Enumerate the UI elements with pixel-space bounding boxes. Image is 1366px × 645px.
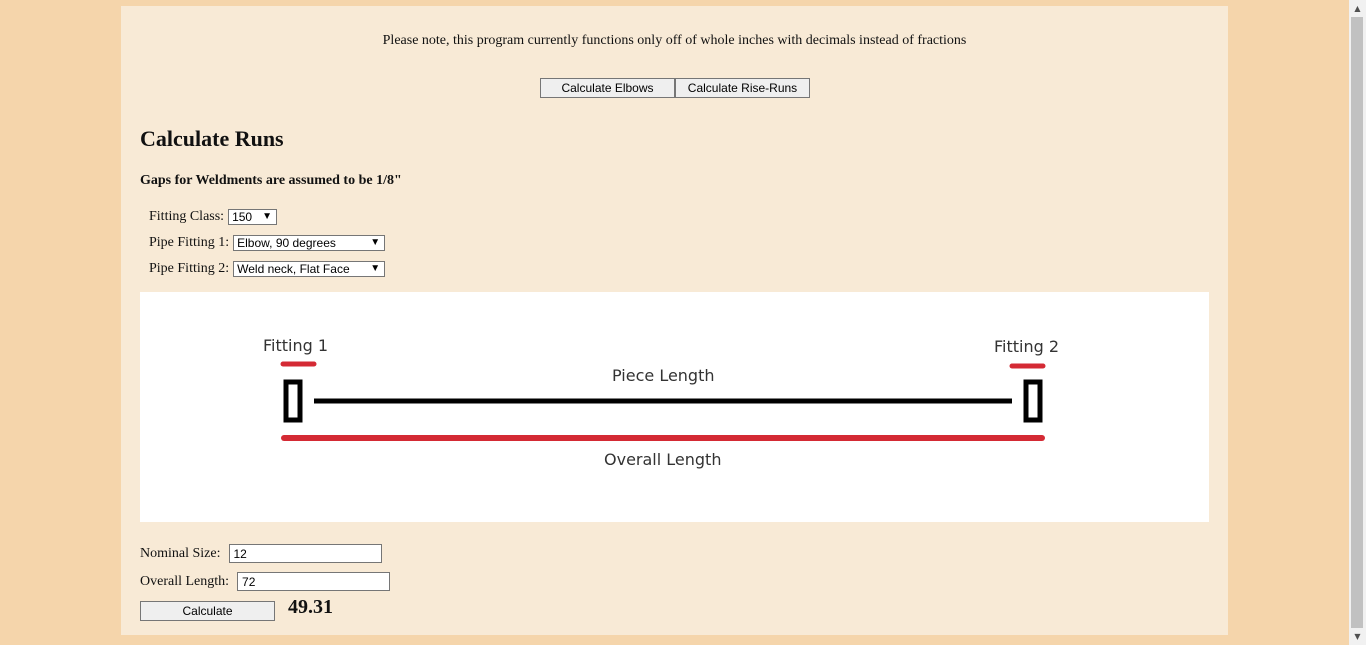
main-panel: Please note, this program currently func… — [121, 6, 1228, 635]
chevron-down-icon: ▼ — [370, 263, 381, 274]
piece-length-label: Piece Length — [612, 366, 715, 385]
run-diagram: Fitting 1 Fitting 2 Piece Length Overall… — [140, 292, 1209, 522]
pipe-fitting-2-label: Pipe Fitting 2: — [149, 261, 230, 276]
nominal-size-row: Nominal Size: — [140, 544, 382, 563]
fitting-1-label: Fitting 1 — [263, 336, 328, 355]
pipe-fitting-1-select[interactable]: Elbow, 90 degrees ▼ — [233, 235, 386, 251]
fitting-class-row: Fitting Class: 150 ▼ — [149, 209, 278, 225]
chevron-down-icon: ▼ — [262, 211, 273, 222]
vertical-scrollbar[interactable]: ▲ ▼ — [1349, 0, 1366, 645]
nominal-size-label: Nominal Size: — [140, 545, 221, 561]
overall-length-field-label: Overall Length: — [140, 573, 230, 589]
pipe-fitting-1-label: Pipe Fitting 1: — [149, 235, 230, 250]
overall-length-label: Overall Length — [604, 450, 721, 469]
fitting-class-value: 150 — [232, 210, 253, 224]
pipe-fitting-2-row: Pipe Fitting 2: Weld neck, Flat Face ▼ — [149, 261, 386, 277]
calculate-rise-runs-button[interactable]: Calculate Rise-Runs — [675, 78, 810, 98]
scroll-up-arrow-icon[interactable]: ▲ — [1349, 0, 1366, 17]
calculate-elbows-button[interactable]: Calculate Elbows — [540, 78, 675, 98]
run-diagram-svg: Fitting 1 Fitting 2 Piece Length Overall… — [263, 336, 1059, 469]
fitting-class-label: Fitting Class: — [149, 209, 225, 224]
pipe-fitting-1-value: Elbow, 90 degrees — [237, 236, 336, 250]
scrollbar-thumb[interactable] — [1351, 17, 1363, 628]
nominal-size-input[interactable] — [228, 544, 382, 563]
overall-length-input[interactable] — [237, 572, 391, 591]
notice-text: Please note, this program currently func… — [382, 33, 967, 48]
overall-length-row: Overall Length: — [140, 572, 391, 591]
pipe-fitting-2-value: Weld neck, Flat Face — [237, 262, 350, 276]
nav-buttons: Calculate Elbows Calculate Rise-Runs — [540, 78, 810, 98]
chevron-down-icon: ▼ — [370, 237, 381, 248]
result-value: 49.31 — [288, 596, 333, 618]
fitting-1-shape — [283, 379, 303, 423]
fitting-2-shape — [1023, 379, 1043, 423]
fitting-class-select[interactable]: 150 ▼ — [228, 209, 278, 225]
page-title: Calculate Runs — [140, 126, 284, 151]
gap-note: Gaps for Weldments are assumed to be 1/8… — [140, 173, 402, 188]
fitting-2-label: Fitting 2 — [994, 337, 1059, 356]
pipe-fitting-2-select[interactable]: Weld neck, Flat Face ▼ — [233, 261, 386, 277]
scroll-down-arrow-icon[interactable]: ▼ — [1349, 628, 1366, 645]
calculate-button[interactable]: Calculate — [140, 601, 275, 621]
pipe-fitting-1-row: Pipe Fitting 1: Elbow, 90 degrees ▼ — [149, 235, 386, 251]
